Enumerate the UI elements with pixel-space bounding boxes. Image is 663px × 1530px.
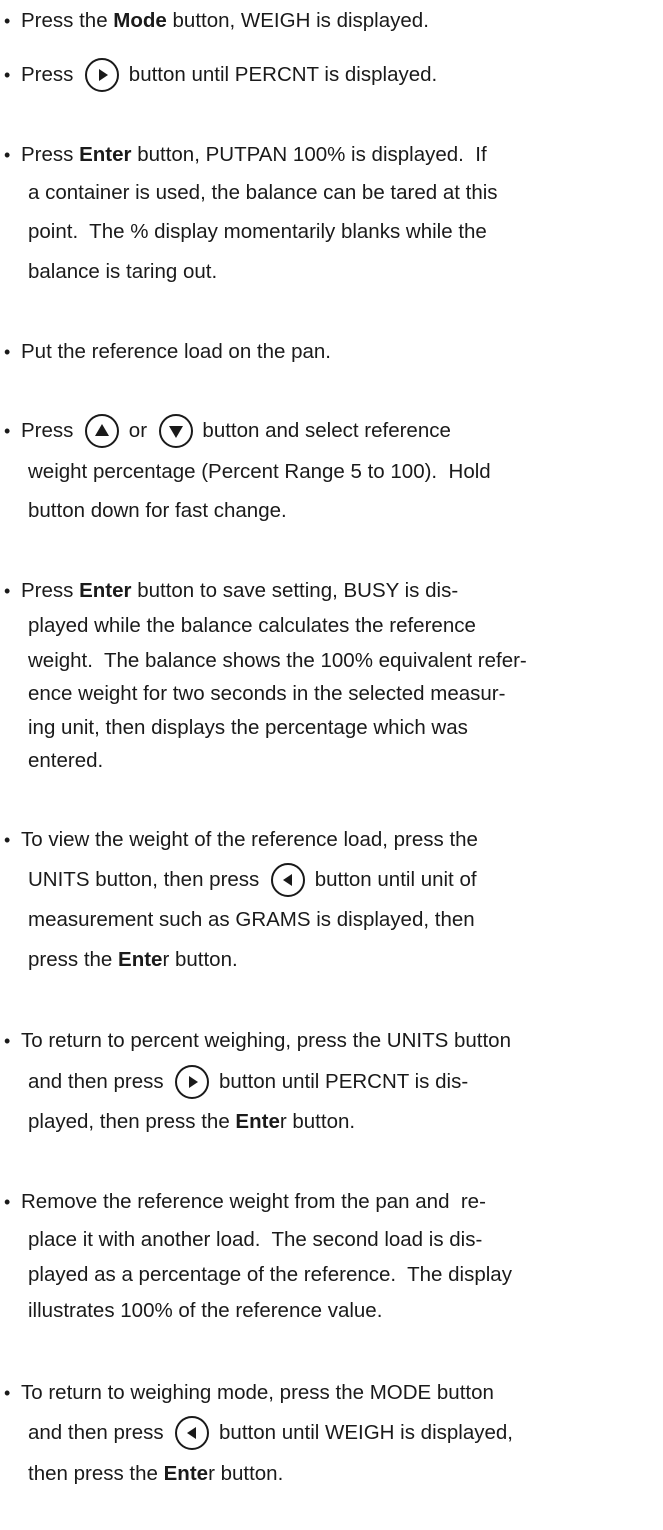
step-text: illustrates 100% of the reference value.: [28, 1299, 383, 1322]
step-text: To return to weighing mode, press the MO…: [21, 1381, 494, 1404]
step-text: Press: [21, 579, 80, 602]
step-text: ing unit, then displays the percentage w…: [28, 716, 468, 739]
step-1-line-1: • Press the Mode button, WEIGH is display…: [0, 2, 429, 40]
step-text: played as a percentage of the reference.…: [28, 1263, 512, 1286]
step-3-line-3: point. The % display momentarily blanks …: [28, 213, 487, 251]
step-10-line-2: and then press button until WEIGH is dis…: [28, 1414, 513, 1452]
step-text: Press the: [21, 9, 114, 32]
step-text: To return to percent weighing, press the…: [21, 1029, 511, 1052]
step-text: button down for fast change.: [28, 499, 287, 522]
up-arrow-icon-glyph: [95, 424, 110, 436]
step-text: button until unit of: [309, 868, 477, 891]
bullet: •: [4, 1031, 11, 1051]
bullet: •: [4, 1383, 11, 1403]
step-8-line-3: played, then press the Ente r button.: [28, 1103, 355, 1141]
step-text: ence weight for two seconds in the selec…: [28, 682, 506, 705]
button-name-emphasis: Ente: [235, 1110, 280, 1133]
left-arrow-icon-glyph: [283, 874, 293, 886]
up-arrow-icon: [85, 414, 120, 448]
step-5-line-3: button down for fast change.: [28, 492, 287, 530]
step-8-line-1: • To return to percent weighing, press th…: [0, 1022, 511, 1060]
step-3-line-4: balance is taring out.: [28, 253, 217, 291]
button-name-emphasis: Ente: [163, 1462, 209, 1485]
step-6-line-6: entered.: [28, 742, 103, 780]
step-text: UNITS button, then press: [28, 868, 266, 891]
bullet: •: [4, 145, 11, 165]
step-text: button to save setting, BUSY is dis-: [131, 579, 459, 602]
step-text: played, then press the: [28, 1110, 236, 1133]
step-text: press the: [28, 948, 119, 971]
bullet: •: [4, 342, 11, 362]
step-9-line-2: place it with another load. The second l…: [28, 1221, 482, 1259]
step-7-line-1: • To view the weight of the reference loa…: [0, 821, 478, 859]
left-arrow-icon: [271, 863, 306, 897]
step-6-line-1: • Press Enter button to save setting, BUS…: [0, 572, 458, 610]
step-5-line-2: weight percentage (Percent Range 5 to 10…: [28, 453, 491, 491]
bullet: •: [4, 65, 11, 85]
right-arrow-icon-glyph: [189, 1076, 199, 1088]
step-text: button until PERCNT is dis-: [213, 1070, 469, 1093]
button-name-emphasis: Ente: [118, 948, 163, 971]
step-text: button and select reference: [196, 419, 451, 442]
step-text: button, WEIGH is displayed.: [166, 9, 429, 32]
step-5-line-1: • Press or button and select reference: [0, 412, 451, 450]
step-9-line-1: • Remove the reference weight from the pa…: [0, 1183, 486, 1221]
step-6-line-2: played while the balance calculates the …: [28, 607, 476, 645]
step-text: or: [123, 419, 153, 442]
step-text: and then press: [28, 1421, 170, 1444]
step-10-line-3: then press the Ente r button.: [28, 1455, 283, 1493]
step-text: button, PUTPAN 100% is displayed. If: [131, 143, 487, 166]
step-3-line-1: • Press Enter button, PUTPAN 100% is disp…: [0, 136, 487, 174]
step-text: measurement such as GRAMS is displayed, …: [28, 908, 475, 931]
step-text: a container is used, the balance can be …: [28, 181, 498, 204]
step-7-line-3: measurement such as GRAMS is displayed, …: [28, 901, 475, 939]
step-9-line-4: illustrates 100% of the reference value.: [28, 1292, 382, 1330]
step-text: r button.: [162, 948, 238, 971]
step-text: button until PERCNT is displayed.: [123, 63, 438, 86]
step-text: Press: [21, 419, 80, 442]
step-9-line-3: played as a percentage of the reference.…: [28, 1256, 512, 1294]
step-text: then press the: [28, 1462, 164, 1485]
right-arrow-icon: [85, 58, 120, 92]
step-6-line-4: ence weight for two seconds in the selec…: [28, 675, 505, 713]
step-10-line-1: • To return to weighing mode, press the M…: [0, 1374, 494, 1412]
step-text: weight percentage (Percent Range 5 to 10…: [28, 460, 491, 483]
step-text: place it with another load. The second l…: [28, 1228, 483, 1251]
step-text: Press: [21, 63, 80, 86]
step-text: and then press: [28, 1070, 170, 1093]
step-text: r button.: [208, 1462, 284, 1485]
step-text: Put the reference load on the pan.: [21, 340, 332, 363]
step-text: r button.: [279, 1110, 356, 1133]
left-arrow-icon: [175, 1416, 210, 1450]
step-text: button until WEIGH is displayed,: [213, 1421, 513, 1444]
down-arrow-icon: [158, 414, 193, 448]
button-name-emphasis: Mode: [113, 9, 167, 32]
bullet: •: [4, 581, 11, 601]
right-arrow-icon: [175, 1065, 210, 1099]
step-text: To view the weight of the reference load…: [21, 828, 478, 851]
right-arrow-icon-glyph: [99, 69, 109, 81]
left-arrow-icon-glyph: [187, 1427, 197, 1439]
bullet: •: [4, 830, 11, 850]
step-text: weight. The balance shows the 100% equiv…: [28, 649, 527, 672]
step-2-line-1: • Press button until PERCNT is displayed.: [0, 56, 437, 94]
step-text: Press: [21, 143, 80, 166]
step-3-line-2: a container is used, the balance can be …: [28, 174, 498, 212]
bullet: •: [4, 11, 11, 31]
step-text: entered.: [28, 749, 104, 772]
button-name-emphasis: Enter: [79, 579, 132, 602]
bullet: •: [4, 1192, 11, 1212]
button-name-emphasis: Enter: [79, 143, 132, 166]
step-7-line-2: UNITS button, then press button until un…: [28, 861, 477, 899]
step-text: balance is taring out.: [28, 260, 218, 283]
step-text: Remove the reference weight from the pan…: [21, 1190, 486, 1213]
step-8-line-2: and then press button until PERCNT is di…: [28, 1063, 468, 1101]
step-7-line-4: press the Ente r button.: [28, 941, 238, 979]
step-text: played while the balance calculates the …: [28, 614, 476, 637]
bullet: •: [4, 421, 11, 441]
down-arrow-icon-glyph: [168, 426, 183, 438]
step-text: point. The % display momentarily blanks …: [28, 220, 487, 243]
step-4-line-1: • Put the reference load on the pan.: [0, 333, 331, 371]
